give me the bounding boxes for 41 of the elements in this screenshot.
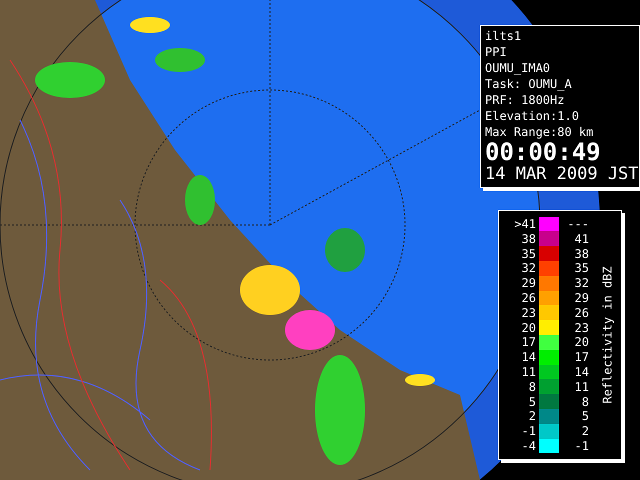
legend-low-value: 5 bbox=[528, 394, 537, 409]
legend-high-value: 41 bbox=[574, 232, 590, 246]
legend-low-value: 17 bbox=[520, 335, 537, 350]
legend-low-value: 14 bbox=[520, 350, 537, 364]
legend-high-value: 32 bbox=[574, 276, 590, 290]
legend-high-value: 38 bbox=[574, 246, 590, 261]
legend-low-value: 11 bbox=[520, 364, 537, 379]
legend-low-value: 32 bbox=[520, 261, 537, 276]
legend-high-value: 5 bbox=[580, 409, 590, 424]
info-line: PRF: 1800Hz bbox=[485, 92, 566, 108]
legend-high-value: --- bbox=[566, 217, 590, 232]
legend-high-value: 35 bbox=[574, 261, 590, 276]
legend-high-value: 26 bbox=[574, 306, 590, 320]
info-line: OUMU_IMA0 bbox=[485, 60, 552, 76]
info-line: ilts1 bbox=[485, 28, 522, 44]
scan-time: 00:00:49 bbox=[485, 140, 602, 164]
legend-low-value: -4 bbox=[520, 438, 537, 453]
legend-low-value: 29 bbox=[520, 276, 537, 290]
legend-low-value: 35 bbox=[520, 246, 537, 261]
info-line: PPI bbox=[485, 44, 508, 60]
legend-low-value: 23 bbox=[520, 306, 537, 320]
legend-low-value: 20 bbox=[520, 320, 537, 335]
legend-high-value: 17 bbox=[574, 350, 590, 364]
legend-title: Reflectivity in dBZ bbox=[600, 266, 616, 404]
legend-low-value: 26 bbox=[520, 291, 537, 305]
legend-high-value: -1 bbox=[574, 438, 590, 453]
legend-high-value: 20 bbox=[574, 335, 590, 350]
legend-high-value: 29 bbox=[574, 291, 590, 305]
legend-high-value: 23 bbox=[574, 320, 590, 335]
legend-high-value: 14 bbox=[574, 364, 590, 379]
legend-high-value: 8 bbox=[580, 394, 590, 409]
info-line: Max Range:80 km bbox=[485, 124, 594, 140]
legend-low-value: 2 bbox=[528, 409, 537, 424]
info-line: Task: OUMU_A bbox=[485, 76, 573, 92]
info-line: Elevation:1.0 bbox=[485, 108, 580, 124]
legend-low-value: >41 bbox=[513, 217, 537, 232]
legend-low-value: 38 bbox=[520, 232, 537, 246]
legend-low-value: -1 bbox=[520, 424, 537, 438]
legend-high-value: 2 bbox=[580, 424, 590, 438]
legend-high-value: 11 bbox=[574, 380, 590, 394]
legend-low-value: 8 bbox=[528, 380, 537, 394]
